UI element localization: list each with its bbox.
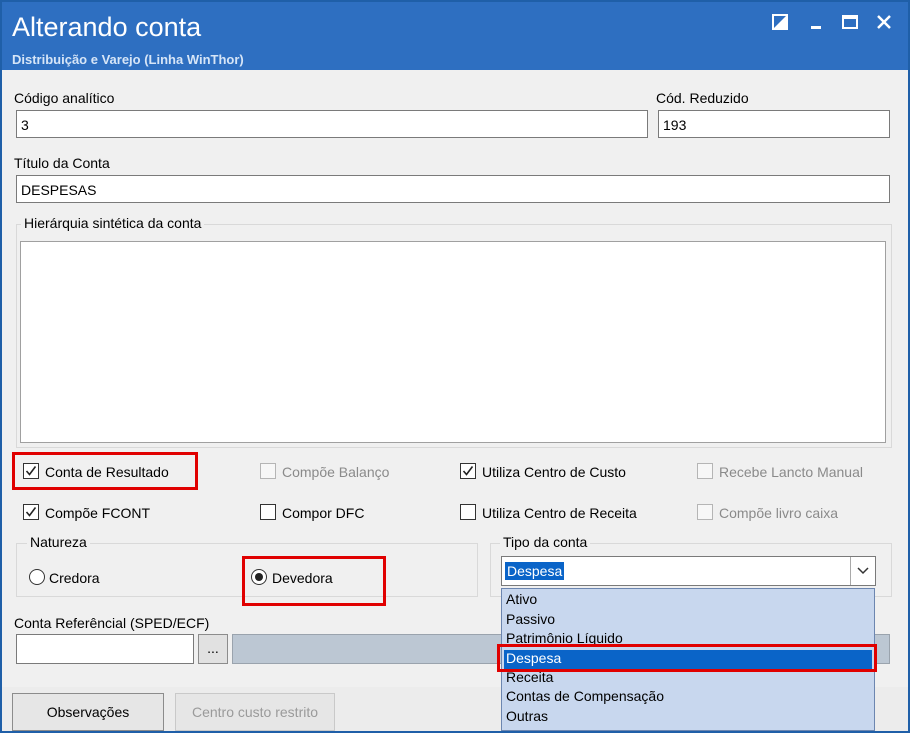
- credora-label: Credora: [49, 570, 100, 586]
- codigo-analitico-label: Código analítico: [14, 90, 115, 106]
- tipo-conta-selected-value: Despesa: [505, 562, 565, 580]
- dropdown-option-contas-compensacao[interactable]: Contas de Compensação: [504, 688, 872, 707]
- compoe-fcont-checkbox[interactable]: [23, 504, 39, 520]
- natureza-title: Natureza: [27, 534, 90, 550]
- hierarquia-group: Hierárquia sintética da conta: [16, 215, 892, 448]
- chevron-down-icon[interactable]: [850, 557, 875, 585]
- maximize-icon[interactable]: [842, 14, 858, 34]
- hierarquia-textarea[interactable]: [20, 241, 886, 443]
- compoe-balanco-checkbox[interactable]: [260, 463, 276, 479]
- window-title: Alterando conta: [12, 12, 202, 42]
- utiliza-centro-custo-label: Utiliza Centro de Custo: [482, 464, 626, 480]
- hierarquia-label: Hierárquia sintética da conta: [21, 215, 205, 231]
- conta-referencial-input[interactable]: [16, 634, 194, 664]
- tipo-conta-select[interactable]: Despesa: [501, 556, 876, 586]
- observacoes-button[interactable]: Observações: [12, 693, 164, 731]
- compoe-livro-caixa-label: Compõe livro caixa: [719, 505, 839, 521]
- dropdown-option-ativo[interactable]: Ativo: [504, 591, 872, 610]
- centro-custo-restrito-button[interactable]: Centro custo restrito: [175, 693, 335, 731]
- highlight-devedora: [242, 556, 386, 606]
- compoe-balanco-label: Compõe Balanço: [282, 464, 390, 480]
- cod-reduzido-input[interactable]: 193: [658, 110, 890, 138]
- compoe-livro-caixa-checkbox[interactable]: [697, 504, 713, 520]
- utiliza-centro-receita-label: Utiliza Centro de Receita: [482, 505, 637, 521]
- recebe-lancto-manual-checkbox[interactable]: [697, 463, 713, 479]
- compor-dfc-checkbox[interactable]: [260, 504, 276, 520]
- highlight-despesa: [497, 644, 877, 672]
- dialog-window: Alterando conta Distribuição e Varejo (L…: [0, 0, 910, 733]
- minimize-icon[interactable]: [810, 14, 824, 34]
- title-bar: Alterando conta Distribuição e Varejo (L…: [2, 2, 908, 70]
- titulo-conta-input[interactable]: DESPESAS: [16, 175, 890, 203]
- close-icon[interactable]: [876, 14, 892, 34]
- conta-referencial-label: Conta Referêncial (SPED/ECF): [14, 615, 210, 631]
- compoe-fcont-label: Compõe FCONT: [45, 505, 151, 521]
- dropdown-option-passivo[interactable]: Passivo: [504, 611, 872, 630]
- titulo-conta-label: Título da Conta: [14, 155, 110, 171]
- restore-icon[interactable]: [772, 14, 788, 34]
- cod-reduzido-label: Cód. Reduzido: [656, 90, 749, 106]
- tipo-conta-title: Tipo da conta: [500, 534, 591, 550]
- recebe-lancto-manual-label: Recebe Lancto Manual: [719, 464, 863, 480]
- dropdown-option-outras[interactable]: Outras: [504, 708, 872, 727]
- utiliza-centro-receita-checkbox[interactable]: [460, 504, 476, 520]
- credora-radio[interactable]: [29, 569, 45, 585]
- window-subtitle: Distribuição e Varejo (Linha WinThor): [12, 52, 244, 67]
- codigo-analitico-input[interactable]: 3: [16, 110, 648, 138]
- highlight-conta-resultado: [12, 452, 198, 490]
- compor-dfc-label: Compor DFC: [282, 505, 365, 521]
- utiliza-centro-custo-checkbox[interactable]: [460, 463, 476, 479]
- conta-referencial-browse-button[interactable]: ...: [198, 634, 228, 664]
